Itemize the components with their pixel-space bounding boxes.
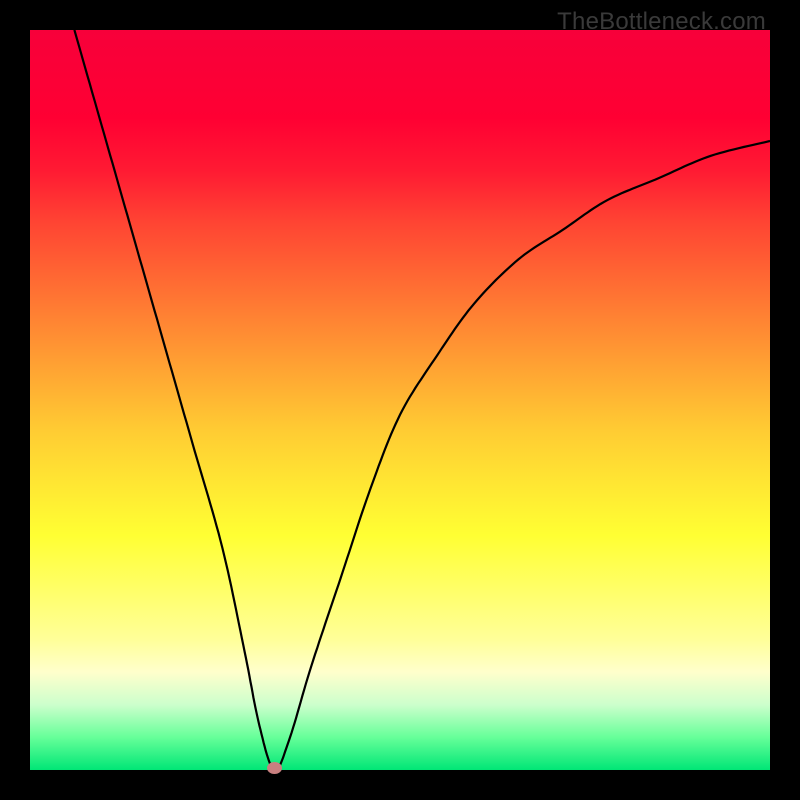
watermark-text: TheBottleneck.com [557,8,766,36]
bottleneck-curve-line [74,30,770,770]
chart-curve-svg [30,30,770,770]
optimal-point-marker [267,762,282,774]
